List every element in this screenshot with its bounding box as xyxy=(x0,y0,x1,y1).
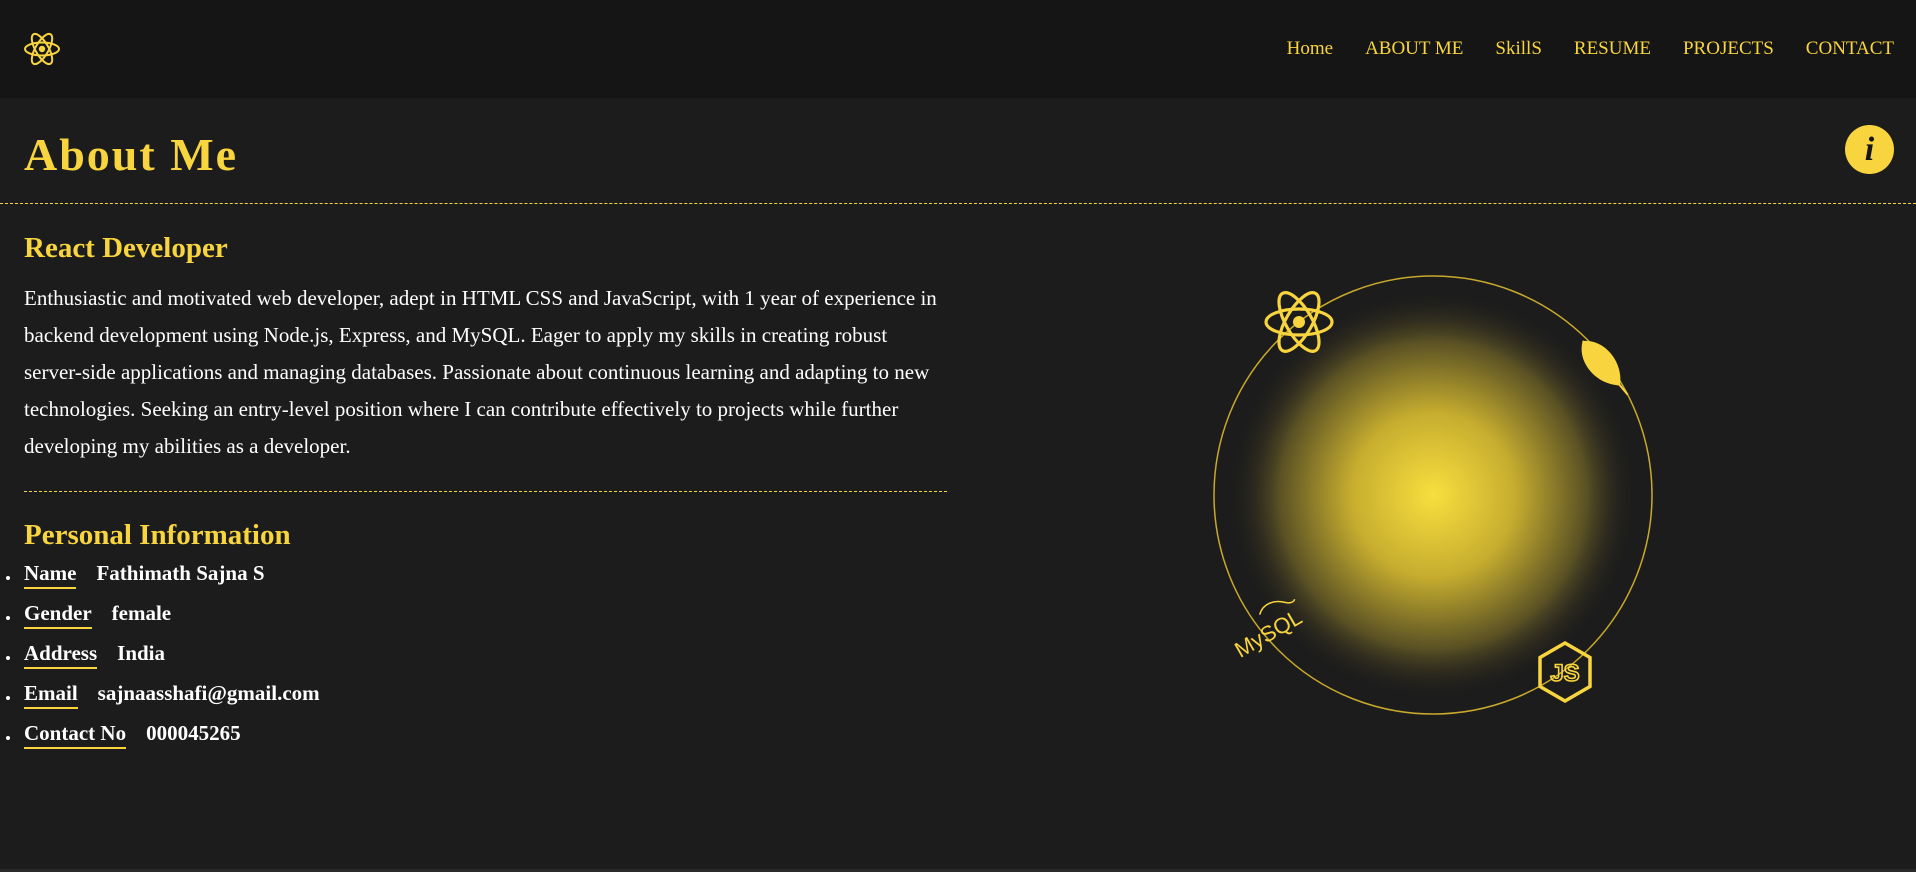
nav-link-about-me[interactable]: ABOUT ME xyxy=(1365,38,1463,60)
info-label: Name xyxy=(24,560,77,589)
navbar: Home ABOUT ME SkillS RESUME PROJECTS CON… xyxy=(0,0,1916,98)
info-item-email: Email sajnaasshafi@gmail.com xyxy=(6,680,947,720)
js-text: JS xyxy=(1550,660,1579,687)
nav-link-contact[interactable]: CONTACT xyxy=(1806,38,1894,60)
page-header: About Me i xyxy=(0,98,1916,204)
info-item-contact: Contact No 000045265 xyxy=(6,720,947,760)
tech-orbit: JS MySQL xyxy=(1210,270,1660,720)
nav-link-skills[interactable]: SkillS xyxy=(1495,38,1541,60)
nav-link-resume[interactable]: RESUME xyxy=(1574,38,1651,60)
info-value: 000045265 xyxy=(146,721,241,745)
nav-link-home[interactable]: Home xyxy=(1287,38,1333,60)
page-title: About Me xyxy=(24,129,239,180)
nav-link-projects[interactable]: PROJECTS xyxy=(1683,38,1774,60)
info-icon: i xyxy=(1864,130,1875,168)
info-item-name: Name Fathimath Sajna S xyxy=(6,560,947,600)
personal-info-title: Personal Information xyxy=(24,519,291,551)
info-label: Contact No xyxy=(24,720,127,749)
info-button[interactable]: i xyxy=(1845,125,1894,174)
info-item-gender: Gender female xyxy=(6,600,947,640)
info-value: Fathimath Sajna S xyxy=(96,561,265,585)
personal-info-list: Name Fathimath Sajna S Gender female Add… xyxy=(6,560,947,760)
info-label: Address xyxy=(24,640,98,669)
info-value: sajnaasshafi@gmail.com xyxy=(97,681,320,705)
orbit-graphic: JS MySQL xyxy=(1213,275,1653,715)
info-item-address: Address India xyxy=(6,640,947,680)
info-value: India xyxy=(117,641,166,665)
bio-paragraph: Enthusiastic and motivated web developer… xyxy=(24,280,947,492)
about-content: React Developer Enthusiastic and motivat… xyxy=(6,226,947,760)
info-label: Gender xyxy=(24,600,92,629)
info-label: Email xyxy=(24,680,78,709)
role-title: React Developer xyxy=(24,232,228,264)
nav-links: Home ABOUT ME SkillS RESUME PROJECTS CON… xyxy=(1255,38,1894,60)
react-logo-icon[interactable] xyxy=(22,29,62,69)
info-value: female xyxy=(111,601,172,625)
